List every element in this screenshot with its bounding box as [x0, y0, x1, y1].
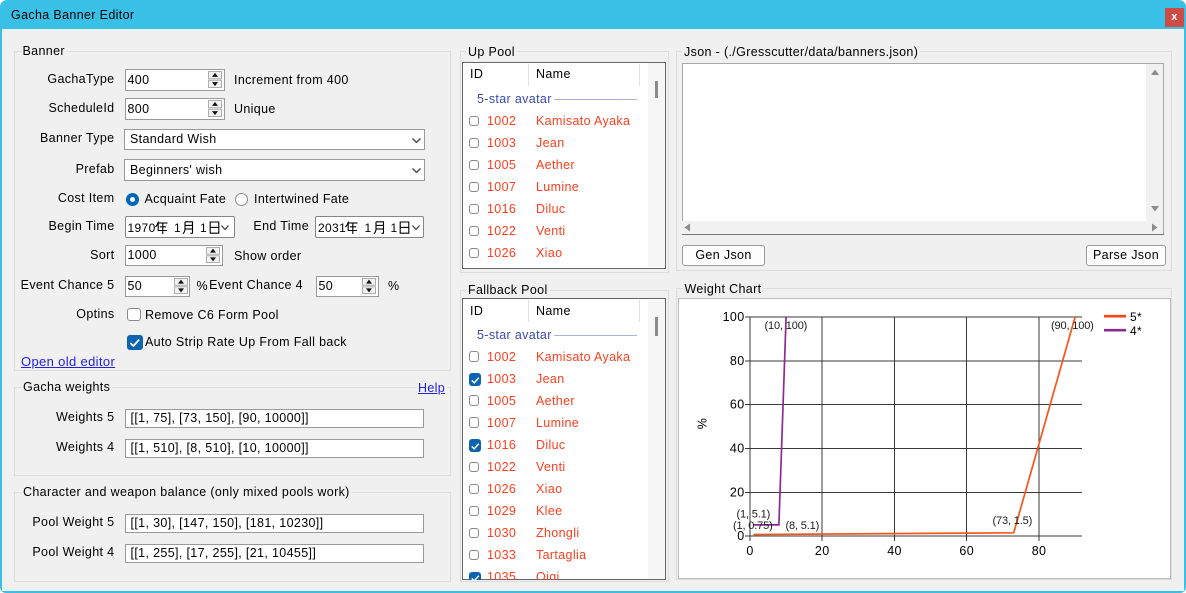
svg-text:80: 80 [730, 354, 745, 368]
svg-text:20: 20 [815, 544, 830, 558]
svg-text:5*: 5* [1130, 310, 1142, 324]
svg-text:(73, 1.5): (73, 1.5) [993, 515, 1033, 527]
svg-text:40: 40 [730, 442, 745, 456]
svg-text:20: 20 [730, 485, 745, 499]
svg-text:4*: 4* [1130, 324, 1142, 338]
svg-text:(10, 100): (10, 100) [765, 320, 808, 332]
svg-text:%: % [696, 418, 710, 429]
svg-text:60: 60 [959, 544, 974, 558]
svg-text:(8, 5.1): (8, 5.1) [786, 520, 820, 532]
svg-text:100: 100 [723, 310, 745, 324]
svg-text:(90, 100): (90, 100) [1051, 320, 1094, 332]
svg-text:60: 60 [730, 398, 745, 412]
svg-text:(1, 5.1): (1, 5.1) [737, 509, 771, 521]
svg-text:(1, 0.75): (1, 0.75) [733, 520, 773, 532]
svg-text:80: 80 [1032, 544, 1047, 558]
svg-text:40: 40 [887, 544, 902, 558]
svg-text:0: 0 [746, 544, 753, 558]
